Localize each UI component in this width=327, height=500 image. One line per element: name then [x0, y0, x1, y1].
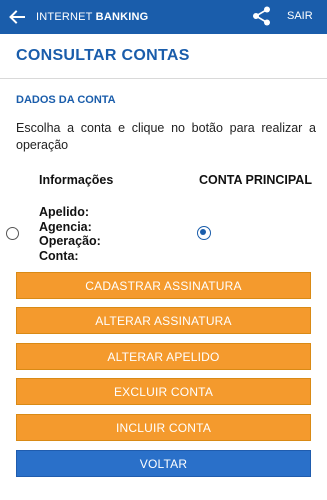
change-nickname-button[interactable]: ALTERAR APELIDO: [16, 343, 311, 370]
app-title-regular: INTERNET: [36, 11, 93, 23]
account-radio-unselected[interactable]: [6, 227, 19, 240]
field-label-nickname: Apelido:: [39, 205, 89, 219]
delete-account-button[interactable]: EXCLUIR CONTA: [16, 378, 311, 405]
field-label-operation: Operação:: [39, 234, 101, 248]
exit-link[interactable]: SAIR: [287, 10, 313, 22]
change-signature-button[interactable]: ALTERAR ASSINATURA: [16, 307, 311, 334]
register-signature-button[interactable]: CADASTRAR ASSINATURA: [16, 272, 311, 299]
field-label-account: Conta:: [39, 248, 79, 263]
column-header-info: Informações: [39, 173, 114, 187]
app-title: INTERNET BANKING: [36, 11, 148, 23]
share-button[interactable]: [251, 5, 273, 27]
app-header: INTERNET BANKING SAIR: [0, 0, 327, 34]
column-header-main-account: CONTA PRINCIPAL: [199, 173, 312, 187]
section-title: DADOS DA CONTA: [16, 94, 116, 106]
instruction-text: Escolha a conta e clique no botão para r…: [16, 121, 316, 152]
divider: [0, 78, 327, 79]
back-action-button[interactable]: VOLTAR: [16, 450, 311, 477]
field-label-agency: Agencia:: [39, 219, 92, 234]
back-button[interactable]: [0, 0, 34, 34]
main-account-radio-selected[interactable]: [197, 226, 211, 240]
page-title: CONSULTAR CONTAS: [16, 47, 190, 64]
app-title-bold: BANKING: [95, 11, 149, 23]
add-account-button[interactable]: INCLUIR CONTA: [16, 414, 311, 441]
account-field-labels: Apelido: Agencia: Operação: Conta:: [39, 205, 101, 263]
share-icon: [253, 6, 270, 26]
arrow-left-icon: [9, 10, 25, 24]
